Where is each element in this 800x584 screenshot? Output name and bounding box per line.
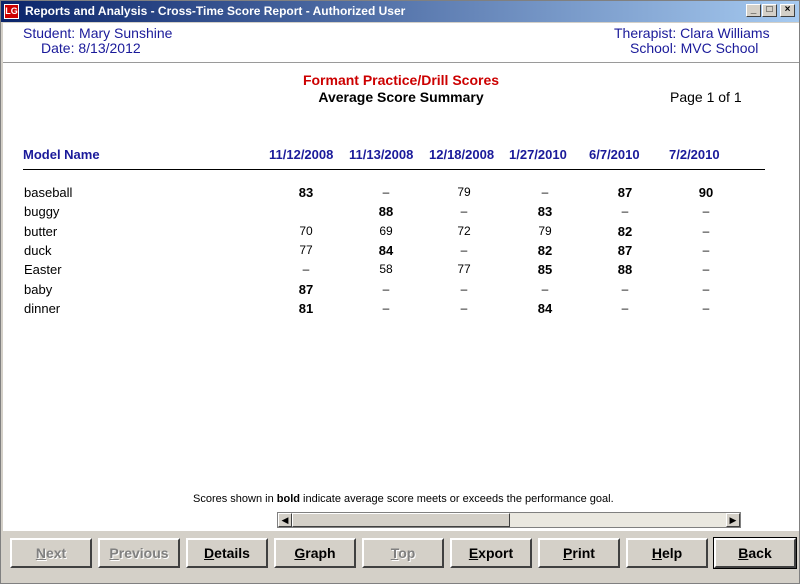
details-button[interactable]: Details	[186, 538, 268, 568]
date-label: Date:	[41, 40, 75, 56]
window-title: Reports and Analysis - Cross-Time Score …	[25, 4, 406, 18]
model-name-header: Model Name	[23, 147, 100, 162]
score-cell: –	[541, 281, 549, 296]
score-cell: 88	[617, 262, 633, 278]
score-cell: 87	[617, 185, 633, 200]
score-cell: 77	[299, 242, 313, 257]
help-button[interactable]: Help	[626, 538, 708, 568]
score-cell: –	[702, 204, 710, 219]
date-column-header: 12/18/2008	[429, 147, 495, 162]
print-button[interactable]: Print	[538, 538, 620, 568]
back-button[interactable]: Back	[713, 537, 797, 569]
graph-button[interactable]: Graph	[274, 538, 356, 568]
score-cell: –	[460, 300, 468, 315]
score-cell: 77	[457, 262, 471, 277]
page-indicator: Page 1 of 1	[670, 89, 742, 105]
title-bar[interactable]: LG Reports and Analysis - Cross-Time Sco…	[1, 1, 799, 22]
header-rule	[23, 169, 765, 170]
scroll-thumb[interactable]	[292, 513, 510, 527]
score-cell: –	[382, 281, 390, 296]
report-content: Student: Mary Sunshine Date: 8/13/2012 T…	[3, 23, 799, 531]
date-column-header: 1/27/2010	[509, 147, 567, 162]
score-cell: –	[702, 300, 710, 315]
therapist-label: Therapist:	[614, 25, 677, 41]
school-value: MVC School	[680, 40, 759, 56]
score-cell: 79	[457, 185, 471, 199]
score-cell: 88	[378, 204, 394, 220]
date-value: 8/13/2012	[78, 40, 141, 56]
date-info: Date: 8/13/2012	[41, 40, 141, 56]
previous-button[interactable]: Previous	[98, 538, 180, 568]
report-window: LG Reports and Analysis - Cross-Time Sco…	[0, 0, 800, 584]
therapist-value: Clara Williams	[680, 25, 770, 41]
horizontal-scrollbar[interactable]: ◀ ▶	[277, 512, 741, 528]
therapist-info: Therapist: Clara Williams	[614, 25, 770, 41]
footnote-post: indicate average score meets or exceeds …	[299, 493, 614, 505]
close-icon[interactable]: ×	[780, 4, 795, 17]
school-label: School:	[630, 40, 677, 56]
score-cell: 58	[379, 262, 393, 277]
student-info: Student: Mary Sunshine	[23, 25, 172, 41]
score-cell: –	[382, 300, 390, 315]
model-name-cell: baby	[24, 281, 53, 297]
model-name-cell: baseball	[24, 185, 73, 200]
date-column-header: 11/13/2008	[349, 147, 414, 162]
score-cell: 87	[617, 242, 633, 258]
score-cell: 83	[537, 204, 553, 220]
date-column-header: 6/7/2010	[589, 147, 640, 162]
score-cell: –	[302, 262, 310, 277]
score-cell: –	[541, 185, 549, 199]
score-cell: –	[702, 262, 710, 277]
bold-legend-note: Scores shown in bold indicate average sc…	[193, 493, 614, 505]
score-cell: –	[460, 281, 468, 296]
score-cell: 82	[617, 223, 633, 239]
score-cell: –	[702, 242, 710, 257]
footnote-bold: bold	[276, 493, 300, 505]
model-name-cell: dinner	[24, 300, 61, 316]
score-cell: –	[621, 300, 629, 315]
app-logo-icon: LG	[4, 4, 19, 19]
maximize-icon[interactable]: □	[762, 4, 777, 17]
footnote-pre: Scores shown in	[193, 493, 277, 505]
date-column-header: 11/12/2008	[269, 147, 334, 162]
export-button[interactable]: Export	[450, 538, 532, 568]
model-name-cell: butter	[24, 223, 58, 239]
score-cell: 69	[379, 223, 393, 238]
next-button[interactable]: Next	[10, 538, 92, 568]
scroll-left-icon[interactable]: ◀	[278, 513, 292, 527]
score-cell: –	[382, 185, 390, 199]
student-value: Mary Sunshine	[79, 25, 173, 41]
score-cell: –	[621, 204, 629, 219]
score-cell: –	[621, 281, 629, 296]
score-cell: 81	[298, 300, 314, 316]
score-cell: –	[702, 281, 710, 296]
score-cell: 90	[698, 185, 714, 200]
score-cell: 83	[298, 185, 314, 200]
model-name-cell: duck	[24, 242, 52, 258]
score-cell: 84	[537, 300, 553, 316]
score-cell: 79	[538, 223, 552, 238]
score-cell: 82	[537, 242, 553, 258]
header-divider	[3, 62, 799, 63]
model-name-cell: buggy	[24, 204, 60, 220]
model-name-cell: Easter	[24, 262, 62, 278]
top-button[interactable]: Top	[362, 538, 444, 568]
school-info: School: MVC School	[630, 40, 758, 56]
score-cell: 72	[457, 223, 471, 238]
minimize-icon[interactable]: _	[746, 4, 761, 17]
score-cell: –	[460, 204, 468, 219]
date-column-header: 7/2/2010	[669, 147, 720, 162]
report-title: Formant Practice/Drill Scores	[302, 72, 500, 88]
score-cell: –	[702, 223, 710, 238]
score-cell: 84	[378, 242, 394, 258]
scroll-right-icon[interactable]: ▶	[726, 513, 740, 527]
score-cell: 87	[298, 281, 314, 297]
score-cell: 85	[537, 262, 553, 278]
score-cell: 70	[299, 223, 313, 238]
student-label: Student:	[23, 25, 76, 41]
score-cell: –	[460, 242, 468, 257]
